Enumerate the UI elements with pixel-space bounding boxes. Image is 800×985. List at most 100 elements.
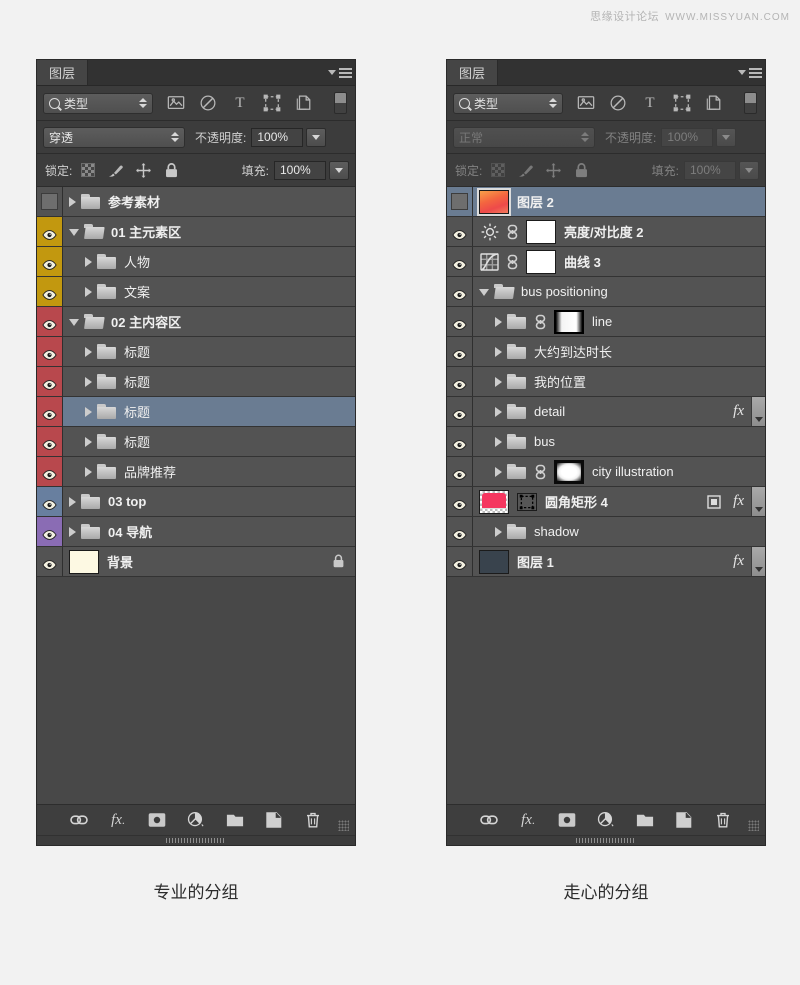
layer-visibility-toggle[interactable] — [447, 397, 473, 426]
disclosure-triangle-open[interactable] — [479, 289, 489, 296]
layer-visibility-toggle[interactable] — [37, 217, 63, 246]
layer-row[interactable]: 标题 — [37, 367, 355, 397]
disclosure-triangle-closed[interactable] — [85, 436, 92, 447]
layer-row-body[interactable]: 02 主内容区 — [63, 307, 355, 336]
new-group-icon[interactable] — [636, 811, 654, 829]
tab-layers[interactable]: 图层 — [37, 60, 89, 85]
fill-dropdown-button[interactable] — [739, 160, 759, 180]
disclosure-triangle-closed[interactable] — [85, 406, 92, 417]
layer-thumbnail[interactable] — [479, 549, 509, 574]
layer-row[interactable]: 参考素材 — [37, 187, 355, 217]
layer-visibility-toggle[interactable] — [37, 547, 63, 576]
layer-row[interactable]: 02 主内容区 — [37, 307, 355, 337]
layer-row[interactable]: 图层 2 — [447, 187, 765, 217]
opacity-dropdown-button[interactable] — [716, 127, 737, 147]
disclosure-triangle-closed[interactable] — [85, 376, 92, 387]
new-layer-icon[interactable] — [265, 811, 283, 829]
effects-expander-toggle[interactable] — [751, 397, 765, 426]
panel-menu-button[interactable] — [325, 60, 355, 85]
layer-row[interactable]: bus positioning — [447, 277, 765, 307]
layer-row-body[interactable]: 文案 — [63, 277, 355, 306]
layer-row-body[interactable]: detail fx — [473, 397, 765, 426]
layer-row-body[interactable]: 品牌推荐 — [63, 457, 355, 486]
layer-visibility-toggle[interactable] — [447, 547, 473, 576]
layer-effects-fx-icon[interactable]: fx — [726, 553, 751, 570]
fill-input[interactable]: 100% — [274, 160, 326, 180]
layer-row-body[interactable]: 标题 — [63, 337, 355, 366]
link-layers-icon[interactable] — [480, 811, 498, 829]
effects-expander-toggle[interactable] — [751, 547, 765, 576]
layer-visibility-toggle[interactable] — [37, 337, 63, 366]
layer-visibility-toggle[interactable] — [447, 307, 473, 336]
layer-visibility-toggle[interactable] — [37, 517, 63, 546]
disclosure-triangle-closed[interactable] — [85, 256, 92, 267]
layer-visibility-toggle[interactable] — [37, 307, 63, 336]
layer-thumbnail[interactable] — [526, 219, 556, 244]
layer-row-body[interactable]: shadow — [473, 517, 765, 546]
layer-thumbnail[interactable] — [479, 189, 509, 214]
effects-expander-toggle[interactable] — [751, 487, 765, 516]
fill-dropdown-button[interactable] — [329, 160, 349, 180]
disclosure-triangle-closed[interactable] — [69, 496, 76, 507]
layer-row-body[interactable]: 03 top — [63, 487, 355, 516]
layer-visibility-toggle[interactable] — [447, 277, 473, 306]
layer-visibility-toggle[interactable] — [447, 337, 473, 366]
layer-row[interactable]: 圆角矩形 4 fx — [447, 487, 765, 517]
layer-visibility-toggle[interactable] — [37, 457, 63, 486]
panel-resize-handle[interactable] — [37, 835, 355, 845]
disclosure-triangle-closed[interactable] — [495, 526, 502, 537]
panel-menu-button[interactable] — [735, 60, 765, 85]
filter-enable-toggle[interactable] — [744, 92, 757, 114]
panel-resize-handle[interactable] — [447, 835, 765, 845]
filter-enable-toggle[interactable] — [334, 92, 347, 114]
new-layer-icon[interactable] — [675, 811, 693, 829]
layer-row[interactable]: 曲线 3 — [447, 247, 765, 277]
layer-visibility-toggle[interactable] — [37, 427, 63, 456]
layer-row-body[interactable]: line — [473, 307, 765, 336]
opacity-input[interactable]: 100% — [661, 127, 714, 147]
layer-effects-fx-icon[interactable]: fx — [726, 493, 751, 510]
layer-visibility-toggle[interactable] — [37, 277, 63, 306]
layer-visibility-toggle[interactable] — [447, 217, 473, 246]
layer-style-fx-icon[interactable]: fx. — [519, 811, 537, 829]
layer-visibility-toggle[interactable] — [37, 397, 63, 426]
layer-row-body[interactable]: 背景 — [63, 547, 355, 576]
lock-transparent-icon[interactable] — [79, 162, 96, 179]
layer-row-body[interactable]: 人物 — [63, 247, 355, 276]
new-adjustment-icon[interactable] — [187, 811, 205, 829]
new-group-icon[interactable] — [226, 811, 244, 829]
layer-row[interactable]: 04 导航 — [37, 517, 355, 547]
filter-type-select[interactable]: 类型 — [43, 92, 153, 114]
layer-row[interactable]: 03 top — [37, 487, 355, 517]
layer-row[interactable]: 亮度/对比度 2 — [447, 217, 765, 247]
layer-visibility-toggle[interactable] — [447, 247, 473, 276]
visibility-empty-box[interactable] — [451, 193, 468, 210]
disclosure-triangle-closed[interactable] — [85, 346, 92, 357]
opacity-dropdown-button[interactable] — [306, 127, 327, 147]
blend-mode-select[interactable]: 正常 — [453, 126, 595, 148]
add-mask-icon[interactable] — [558, 811, 576, 829]
lock-transparent-icon[interactable] — [489, 162, 506, 179]
layer-style-fx-icon[interactable]: fx. — [109, 811, 127, 829]
layer-row[interactable]: 标题 — [37, 397, 355, 427]
opacity-input[interactable]: 100% — [251, 127, 304, 147]
disclosure-triangle-closed[interactable] — [495, 376, 502, 387]
layer-thumbnail[interactable] — [479, 489, 509, 514]
disclosure-triangle-closed[interactable] — [495, 466, 502, 477]
layer-row[interactable]: city illustration — [447, 457, 765, 487]
layer-row-body[interactable]: 大约到达时长 — [473, 337, 765, 366]
disclosure-triangle-closed[interactable] — [69, 526, 76, 537]
layer-row-body[interactable]: bus — [473, 427, 765, 456]
layer-visibility-toggle[interactable] — [37, 487, 63, 516]
layer-row-body[interactable]: 曲线 3 — [473, 247, 765, 276]
layer-row[interactable]: bus — [447, 427, 765, 457]
layer-row-body[interactable]: 亮度/对比度 2 — [473, 217, 765, 246]
layer-row-body[interactable]: 我的位置 — [473, 367, 765, 396]
layer-row[interactable]: 我的位置 — [447, 367, 765, 397]
layer-visibility-toggle[interactable] — [447, 457, 473, 486]
link-layers-icon[interactable] — [70, 811, 88, 829]
layer-row[interactable]: 品牌推荐 — [37, 457, 355, 487]
layer-visibility-toggle[interactable] — [37, 367, 63, 396]
disclosure-triangle-closed[interactable] — [85, 466, 92, 477]
layer-row[interactable]: shadow — [447, 517, 765, 547]
